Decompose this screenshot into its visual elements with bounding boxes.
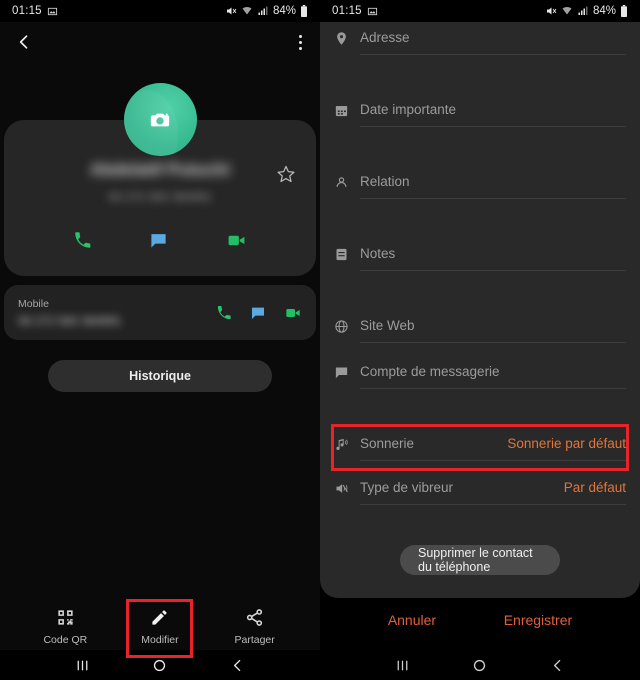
field-label-compte-messagerie: Compte de messagerie [360, 364, 500, 379]
mobile-label: Mobile [18, 297, 49, 310]
qr-code-button[interactable]: Code QR [28, 608, 102, 646]
field-label-site-web: Site Web [360, 318, 415, 333]
home-icon[interactable] [471, 657, 488, 674]
field-row-type-vibreur[interactable]: Type de vibreur Par défaut [320, 480, 640, 505]
field-label-date-importante: Date importante [360, 102, 457, 117]
field-underline [360, 342, 626, 343]
message-button[interactable] [139, 227, 178, 254]
call-button[interactable] [63, 227, 102, 254]
wifi-icon [241, 5, 253, 17]
field-row-compte-messagerie[interactable]: Compte de messagerie [320, 364, 640, 389]
image-icon [47, 6, 58, 17]
battery-percent: 84% [272, 5, 296, 17]
chat-bubble-icon [334, 364, 360, 380]
edit-button[interactable]: Modifier [123, 608, 197, 646]
back-icon[interactable] [229, 657, 246, 674]
field-underline [360, 388, 626, 389]
notes-icon [334, 246, 360, 262]
battery-icon [300, 5, 308, 17]
field-value-type-vibreur: Par défaut [563, 480, 626, 495]
wifi-icon [561, 5, 573, 17]
person-relation-icon [334, 174, 360, 190]
avatar[interactable] [123, 83, 197, 156]
back-arrow-icon[interactable] [14, 32, 34, 52]
overflow-menu-icon[interactable] [295, 31, 306, 54]
mobile-video-icon[interactable] [284, 305, 302, 321]
field-label-notes: Notes [360, 246, 396, 261]
mobile-call-icon[interactable] [216, 305, 232, 321]
contact-edit-screen: 01:15 84% Adresse Date importante Relati… [320, 0, 640, 680]
music-note-icon [334, 436, 360, 452]
avatar-container [0, 83, 320, 156]
quick-action-row [4, 227, 316, 254]
mobile-number-row[interactable]: Mobile 06 272 583 384991 [4, 285, 316, 340]
save-button[interactable]: Enregistrer [504, 612, 572, 628]
app-bar-left [0, 22, 320, 62]
pencil-icon [150, 608, 169, 627]
field-label-adresse: Adresse [360, 30, 410, 45]
signal-icon [257, 5, 269, 17]
status-bar-time-right: 01:15 [332, 5, 362, 17]
field-row-relation[interactable]: Relation [320, 174, 640, 199]
battery-icon [620, 5, 628, 17]
field-underline [360, 198, 626, 199]
camera-icon [149, 109, 171, 131]
field-underline [360, 504, 626, 505]
field-value-sonnerie: Sonnerie par défaut [507, 436, 626, 451]
signal-icon [577, 5, 589, 17]
bottom-action-bar: Code QR Modifier Partager [0, 608, 320, 646]
field-row-adresse[interactable]: Adresse [320, 30, 640, 55]
mobile-number: 06 272 583 384991 [18, 313, 122, 328]
contact-details-screen: 01:15 84% Abdelatif Putuchi 06 272 583 3… [0, 0, 320, 680]
calendar-icon [334, 102, 360, 118]
field-underline [360, 270, 626, 271]
cancel-button[interactable]: Annuler [388, 612, 436, 628]
field-label-type-vibreur: Type de vibreur [360, 480, 454, 495]
share-button[interactable]: Partager [218, 608, 292, 646]
location-pin-icon [334, 30, 360, 46]
field-row-date-importante[interactable]: Date importante [320, 102, 640, 127]
nav-bar-left [0, 650, 320, 680]
battery-percent-right: 84% [592, 5, 616, 17]
field-underline [360, 54, 626, 55]
history-button[interactable]: Historique [48, 360, 272, 392]
back-icon[interactable] [549, 657, 566, 674]
field-row-site-web[interactable]: Site Web [320, 318, 640, 343]
contact-edit-form: Adresse Date importante Relation Notes S… [320, 22, 640, 598]
contact-name: Abdelatif Putuchi [90, 160, 230, 179]
qr-code-label: Code QR [43, 634, 88, 646]
star-outline-icon[interactable] [276, 164, 296, 184]
mobile-message-icon[interactable] [250, 305, 266, 321]
image-icon [367, 6, 378, 17]
field-row-sonnerie[interactable]: Sonnerie Sonnerie par défaut [320, 436, 640, 461]
status-bar-left: 01:15 84% [0, 0, 320, 22]
recents-icon[interactable] [394, 657, 411, 674]
nav-bar-right [320, 650, 640, 680]
status-bar-time: 01:15 [12, 5, 42, 17]
edit-label: Modifier [141, 634, 179, 646]
mute-icon [225, 5, 237, 17]
globe-icon [334, 318, 360, 334]
qr-code-icon [56, 608, 75, 627]
dual-screenshot-container: 01:15 84% Abdelatif Putuchi 06 272 583 3… [0, 0, 640, 680]
form-footer-buttons: Annuler Enregistrer [320, 612, 640, 628]
recents-icon[interactable] [74, 657, 91, 674]
field-underline [360, 126, 626, 127]
status-bar-right: 01:15 84% [320, 0, 640, 22]
video-call-button[interactable] [216, 227, 257, 254]
vibration-mute-icon [334, 480, 360, 496]
field-row-notes[interactable]: Notes [320, 246, 640, 271]
field-underline [360, 460, 626, 461]
delete-contact-button[interactable]: Supprimer le contact du téléphone [400, 545, 560, 575]
share-label: Partager [234, 634, 275, 646]
field-label-relation: Relation [360, 174, 410, 189]
contact-number: 06 272 583 384991 [108, 190, 212, 204]
field-label-sonnerie: Sonnerie [360, 436, 415, 451]
share-icon [245, 608, 264, 627]
home-icon[interactable] [151, 657, 168, 674]
mute-icon [545, 5, 557, 17]
